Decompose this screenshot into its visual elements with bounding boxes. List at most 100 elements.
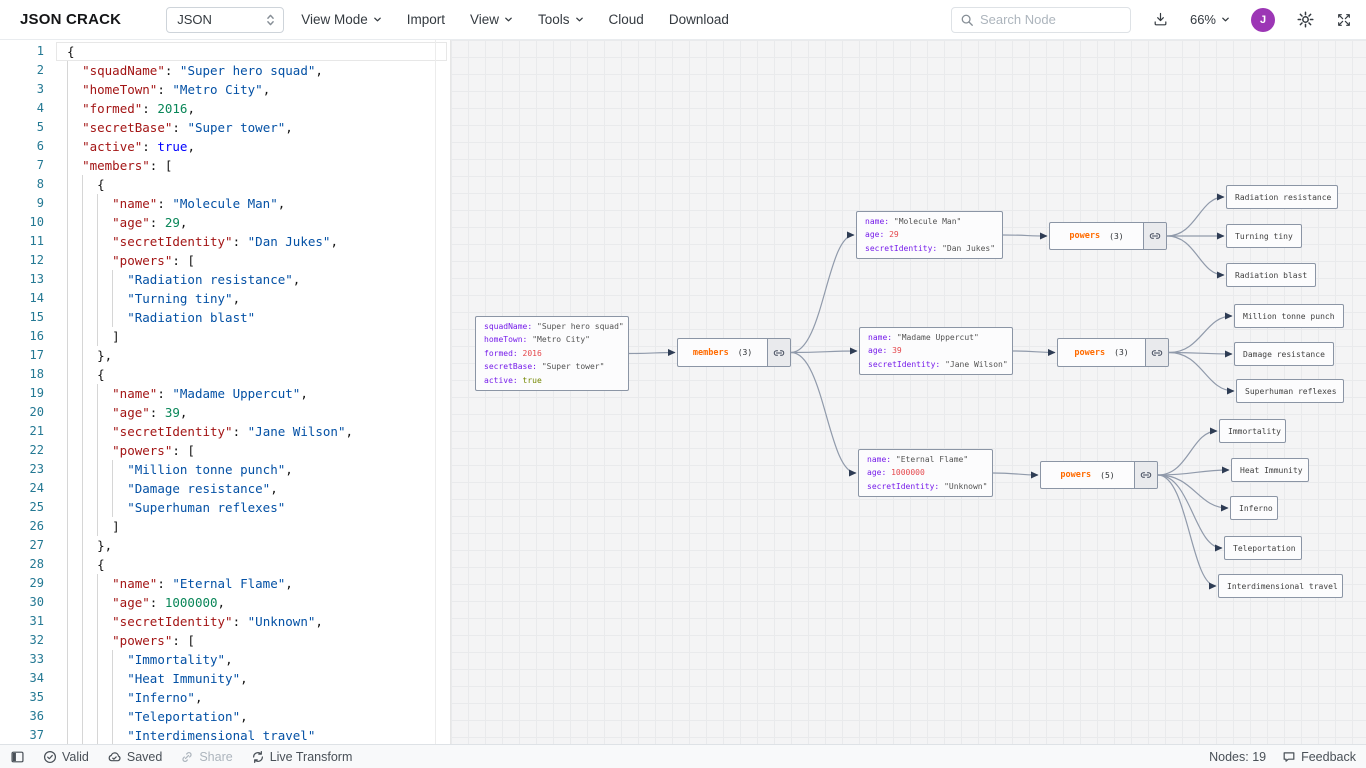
code-line[interactable]: "secretIdentity": "Dan Jukes", <box>67 232 450 251</box>
code-line[interactable]: "Superhuman reflexes" <box>67 498 450 517</box>
menu-view[interactable]: View <box>470 12 513 27</box>
code-line[interactable]: "secretBase": "Super tower", <box>67 118 450 137</box>
code-line[interactable]: "Damage resistance", <box>67 479 450 498</box>
code-line[interactable]: "secretIdentity": "Unknown", <box>67 612 450 631</box>
code-line[interactable]: "powers": [ <box>67 441 450 460</box>
menu-tools[interactable]: Tools <box>538 12 584 27</box>
expand-collapse-button[interactable] <box>1145 339 1168 366</box>
code-line[interactable]: "age": 1000000, <box>67 593 450 612</box>
graph-node-m1[interactable]: name: "Molecule Man"age: 29secretIdentit… <box>856 211 1003 259</box>
expand-collapse-button[interactable] <box>1143 223 1166 249</box>
link-icon <box>1149 230 1161 242</box>
line-number: 15 <box>0 308 44 327</box>
code-line[interactable]: }, <box>67 536 450 555</box>
code-line[interactable]: "Heat Immunity", <box>67 669 450 688</box>
graph-node-p1[interactable]: powers(3) <box>1049 222 1167 250</box>
code-line[interactable]: ] <box>67 517 450 536</box>
code-line[interactable]: "members": [ <box>67 156 450 175</box>
code-line[interactable]: "powers": [ <box>67 251 450 270</box>
line-number: 34 <box>0 669 44 688</box>
code-line[interactable]: "homeTown": "Metro City", <box>67 80 450 99</box>
feedback-button[interactable]: Feedback <box>1282 750 1356 764</box>
code-line[interactable]: "name": "Madame Uppercut", <box>67 384 450 403</box>
graph-node-l1[interactable]: Radiation resistance <box>1226 185 1338 209</box>
graph-node-l8[interactable]: Heat Immunity <box>1231 458 1309 482</box>
code-line[interactable]: "squadName": "Super hero squad", <box>67 61 450 80</box>
line-number: 32 <box>0 631 44 650</box>
parent-node-body: powers(5) <box>1041 462 1134 488</box>
expand-collapse-button[interactable] <box>1134 462 1157 488</box>
graph-node-m2[interactable]: name: "Madame Uppercut"age: 39secretIden… <box>859 327 1013 375</box>
code-line[interactable]: "Turning tiny", <box>67 289 450 308</box>
json-editor-pane[interactable]: 1234567891011121314151617181920212223242… <box>0 40 450 744</box>
search-node-box[interactable] <box>951 7 1131 33</box>
graph-node-members[interactable]: members(3) <box>677 338 791 367</box>
code-line[interactable]: "name": "Eternal Flame", <box>67 574 450 593</box>
menu-download[interactable]: Download <box>669 12 729 27</box>
graph-canvas[interactable]: squadName: "Super hero squad"homeTown: "… <box>450 40 1366 744</box>
saved-status: Saved <box>107 750 162 764</box>
graph-node-l10[interactable]: Teleportation <box>1224 536 1302 560</box>
code-line[interactable]: "powers": [ <box>67 631 450 650</box>
graph-node-m3[interactable]: name: "Eternal Flame"age: 1000000secretI… <box>858 449 993 497</box>
line-number: 10 <box>0 213 44 232</box>
graph-node-l5[interactable]: Damage resistance <box>1234 342 1334 366</box>
live-transform-toggle[interactable]: Live Transform <box>251 750 353 764</box>
expand-collapse-button[interactable] <box>767 339 790 366</box>
code-line[interactable]: "age": 29, <box>67 213 450 232</box>
code-line[interactable]: { <box>67 555 450 574</box>
graph-node-l11[interactable]: Interdimensional travel <box>1218 574 1343 598</box>
line-number: 6 <box>0 137 44 156</box>
code-line[interactable]: "Inferno", <box>67 688 450 707</box>
code-area[interactable]: { "squadName": "Super hero squad", "home… <box>67 42 450 744</box>
node-row: active: true <box>484 374 620 388</box>
code-line[interactable]: ] <box>67 327 450 346</box>
editor-scroll-rule <box>435 40 436 744</box>
code-line[interactable]: { <box>67 175 450 194</box>
graph-node-p2[interactable]: powers(3) <box>1057 338 1169 367</box>
menu-cloud[interactable]: Cloud <box>609 12 644 27</box>
graph-node-p3[interactable]: powers(5) <box>1040 461 1158 489</box>
code-line[interactable]: "formed": 2016, <box>67 99 450 118</box>
circle-check-icon <box>43 750 57 764</box>
graph-node-l3[interactable]: Radiation blast <box>1226 263 1316 287</box>
menu-import[interactable]: Import <box>407 12 445 27</box>
line-number: 37 <box>0 726 44 744</box>
leaf-node-text: Damage resistance <box>1243 350 1325 359</box>
code-line[interactable]: "Immortality", <box>67 650 450 669</box>
format-select[interactable]: JSON <box>166 7 284 33</box>
code-line[interactable]: "active": true, <box>67 137 450 156</box>
fullscreen-icon <box>1336 12 1352 28</box>
search-node-input[interactable] <box>980 12 1122 27</box>
code-line[interactable]: "Radiation blast" <box>67 308 450 327</box>
zoom-control[interactable]: 66% <box>1190 12 1230 27</box>
graph-node-root[interactable]: squadName: "Super hero squad"homeTown: "… <box>475 316 629 391</box>
line-number: 23 <box>0 460 44 479</box>
avatar[interactable]: J <box>1251 8 1275 32</box>
graph-node-l6[interactable]: Superhuman reflexes <box>1236 379 1344 403</box>
code-line[interactable]: }, <box>67 346 450 365</box>
download-image-button[interactable] <box>1152 11 1169 28</box>
fullscreen-button[interactable] <box>1336 12 1352 28</box>
menu-view-mode[interactable]: View Mode <box>301 12 382 27</box>
share-button[interactable]: Share <box>180 750 232 764</box>
code-line[interactable]: "age": 39, <box>67 403 450 422</box>
code-line[interactable]: "Million tonne punch", <box>67 460 450 479</box>
code-line[interactable]: { <box>67 42 450 61</box>
graph-node-l9[interactable]: Inferno <box>1230 496 1278 520</box>
code-line[interactable]: { <box>67 365 450 384</box>
settings-button[interactable] <box>1296 10 1315 29</box>
graph-node-l4[interactable]: Million tonne punch <box>1234 304 1344 328</box>
line-number: 7 <box>0 156 44 175</box>
code-line[interactable]: "Radiation resistance", <box>67 270 450 289</box>
line-number: 33 <box>0 650 44 669</box>
code-line[interactable]: "secretIdentity": "Jane Wilson", <box>67 422 450 441</box>
graph-node-l2[interactable]: Turning tiny <box>1226 224 1302 248</box>
code-line[interactable]: "Interdimensional travel" <box>67 726 450 744</box>
format-select-value: JSON <box>177 12 266 27</box>
panel-toggle-button[interactable] <box>10 750 25 764</box>
code-line[interactable]: "name": "Molecule Man", <box>67 194 450 213</box>
link-icon <box>1140 469 1152 481</box>
code-line[interactable]: "Teleportation", <box>67 707 450 726</box>
graph-node-l7[interactable]: Immortality <box>1219 419 1286 443</box>
